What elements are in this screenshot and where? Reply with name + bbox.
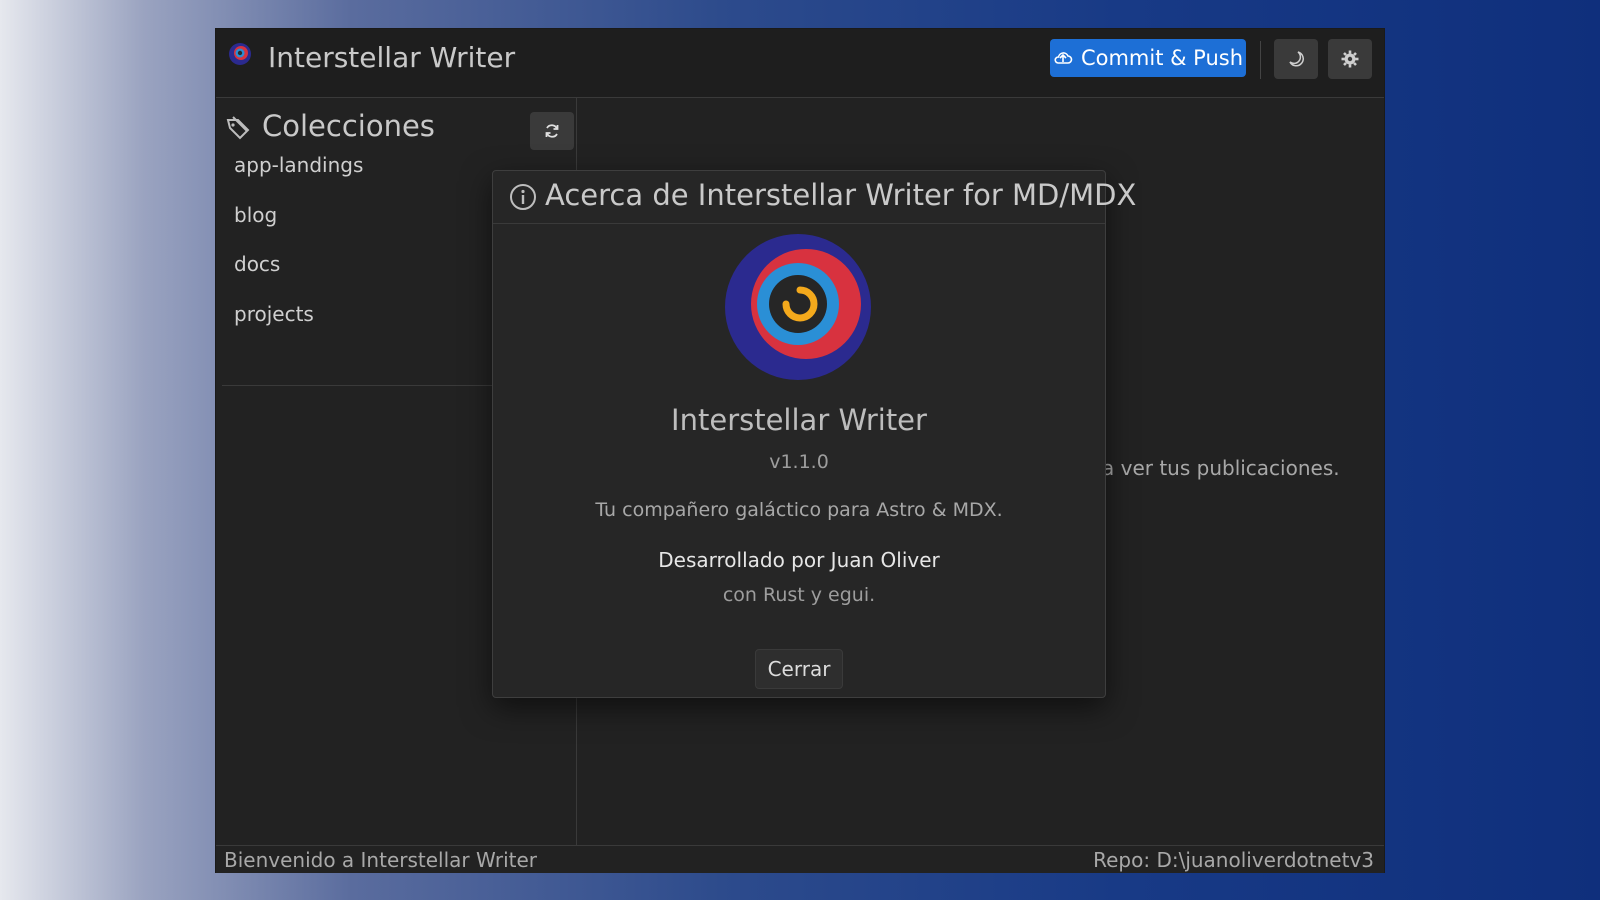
theme-toggle-button[interactable]	[1274, 39, 1318, 79]
title-bar: Interstellar Writer Commit & Push	[216, 29, 1384, 98]
refresh-button[interactable]	[530, 112, 574, 150]
sidebar-header: Colecciones	[224, 108, 574, 152]
collection-item-app-landings[interactable]: app-landings	[234, 153, 363, 177]
collection-item-docs[interactable]: docs	[234, 252, 280, 276]
moon-icon	[1289, 51, 1304, 67]
repo-path: Repo: D:\juanoliverdotnetv3	[1093, 848, 1374, 872]
collections-icon	[226, 116, 250, 140]
toolbar-divider	[1260, 41, 1261, 79]
dialog-developer: Desarrollado por Juan Oliver	[658, 548, 940, 572]
dialog-header: Acerca de Interstellar Writer for MD/MDX	[493, 171, 1136, 224]
sidebar-title: Colecciones	[262, 109, 435, 143]
close-button[interactable]: Cerrar	[755, 649, 843, 689]
dialog-app-name: Interstellar Writer	[671, 403, 927, 437]
app-logo-icon	[229, 43, 251, 65]
settings-button[interactable]	[1328, 39, 1372, 79]
dialog-version: v1.1.0	[769, 451, 829, 473]
collection-item-blog[interactable]: blog	[234, 203, 277, 227]
upload-cloud-icon	[1054, 52, 1073, 64]
dialog-description: Tu compañero galáctico para Astro & MDX.	[595, 499, 1003, 521]
about-dialog: Acerca de Interstellar Writer for MD/MDX…	[492, 170, 1136, 698]
dialog-title: Acerca de Interstellar Writer for MD/MDX	[545, 178, 1137, 212]
refresh-icon	[545, 124, 559, 138]
status-bar: Bienvenido a Interstellar Writer Repo: D…	[216, 845, 1384, 873]
commit-push-button[interactable]: Commit & Push	[1050, 39, 1246, 77]
app-logo-large-icon	[725, 234, 871, 380]
dialog-tech-stack: con Rust y egui.	[722, 584, 876, 606]
app-title: Interstellar Writer	[268, 41, 516, 74]
gear-icon	[1341, 50, 1359, 68]
collection-item-projects[interactable]: projects	[234, 302, 314, 326]
commit-push-label: Commit & Push	[1080, 46, 1244, 70]
main-empty-hint: a ver tus publicaciones.	[1102, 456, 1340, 480]
status-message: Bienvenido a Interstellar Writer	[224, 848, 538, 872]
info-icon	[510, 184, 536, 210]
